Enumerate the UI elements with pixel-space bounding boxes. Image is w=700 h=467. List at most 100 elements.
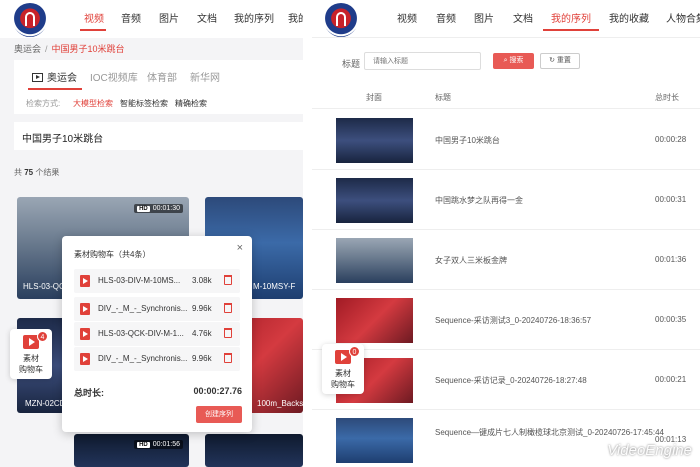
row-thumbnail[interactable]	[336, 298, 413, 343]
row-title[interactable]: Sequence-采访记录_0-20240726-18:27:48	[435, 375, 587, 386]
nav-my[interactable]: 我的	[288, 10, 303, 25]
cart-label-line1: 素材	[23, 354, 39, 363]
row-thumbnail[interactable]	[336, 178, 413, 223]
tab-olympics[interactable]: 奥运会	[32, 69, 77, 84]
reset-button[interactable]: ↻ 重置	[540, 53, 580, 69]
title-filter-label: 标题	[342, 59, 361, 69]
nav-my-sequences[interactable]: 我的序列	[551, 10, 591, 25]
tab-label: 奥运会	[47, 73, 77, 84]
row-duration: 00:01:36	[655, 255, 687, 264]
nav-my-favorites[interactable]: 我的收藏	[609, 10, 649, 25]
duration-badge: HD 00:01:30	[134, 204, 183, 213]
result-count: 共 75 个结果	[14, 167, 59, 178]
create-sequence-button[interactable]: 创建序列	[196, 406, 242, 423]
nav-video[interactable]: 视频	[397, 10, 417, 25]
cart-item-size: 4.76k	[192, 329, 212, 338]
hd-badge: HD	[137, 206, 150, 212]
mode-llm-search[interactable]: 大模型检索	[73, 98, 113, 109]
cart-item[interactable]: DIV_-_M_-_Synchronis... 9.96k	[74, 347, 240, 371]
cart-float-button[interactable]: 4 素材 购物车	[10, 329, 52, 379]
cart-count-badge: 0	[349, 346, 360, 357]
row-duration: 00:00:31	[655, 195, 687, 204]
cart-item-name: HLS-03-DIV-M-10MS...	[98, 276, 181, 285]
breadcrumb-root[interactable]: 奥运会	[14, 44, 41, 54]
table-row[interactable]: Sequence-采访测试3_0-20240726-18:36:57 00:00…	[312, 291, 700, 350]
panel-divider	[303, 0, 312, 467]
tab-ioc-library[interactable]: IOC视频库	[90, 69, 138, 84]
trash-icon[interactable]	[224, 275, 232, 285]
duration-text: 00:01:56	[152, 441, 180, 448]
table-row[interactable]: Sequence-采访记录_0-20240726-18:27:48 00:00:…	[312, 351, 700, 410]
row-title[interactable]: 女子双人三米板金牌	[435, 255, 507, 266]
row-title[interactable]: 中国男子10米跳台	[435, 135, 500, 146]
result-card[interactable]	[205, 434, 303, 467]
cart-count-badge: 4	[37, 331, 48, 342]
video-thumbnail	[74, 434, 189, 467]
nav-documents[interactable]: 文档	[513, 10, 533, 25]
trash-icon[interactable]	[224, 353, 232, 363]
video-file-icon	[80, 275, 90, 287]
row-thumbnail[interactable]	[336, 418, 413, 463]
nav-my-sequences[interactable]: 我的序列	[234, 10, 274, 25]
top-nav: 视频 音频 图片 文档 我的序列 我的	[0, 0, 303, 38]
table-row[interactable]: 女子双人三米板金牌 00:01:36	[312, 231, 700, 290]
nav-images[interactable]: 图片	[474, 10, 494, 25]
cart-item-size: 3.08k	[192, 276, 212, 285]
header-divider	[312, 108, 700, 109]
total-duration-value: 00:00:27.76	[193, 386, 242, 396]
search-button-label: 搜索	[509, 57, 524, 64]
cart-item[interactable]: HLS-03-QCK-DIV-M-1... 4.76k	[74, 322, 240, 346]
column-header-title: 标题	[435, 93, 451, 102]
trash-icon[interactable]	[224, 303, 232, 313]
video-file-icon	[80, 353, 90, 365]
cart-float-button[interactable]: 0 素材 购物车	[322, 344, 364, 394]
trash-icon[interactable]	[224, 328, 232, 338]
top-nav: 视频 音频 图片 文档 我的序列 我的收藏 人物合集	[312, 0, 700, 38]
breadcrumb-current: 中国男子10米跳台	[51, 44, 125, 54]
video-file-icon	[80, 303, 90, 315]
nav-video[interactable]: 视频	[84, 10, 104, 25]
source-tabs: 奥运会 IOC视频库 体育部 新华网	[14, 60, 303, 92]
table-row[interactable]: 中国跳水梦之队再得一金 00:00:31	[312, 171, 700, 230]
nav-audio[interactable]: 音频	[436, 10, 456, 25]
nav-audio[interactable]: 音频	[121, 10, 141, 25]
count-prefix: 共	[14, 168, 22, 177]
result-card[interactable]: HD 00:01:56	[74, 434, 189, 467]
row-title[interactable]: 中国跳水梦之队再得一金	[435, 195, 523, 206]
cart-label-line2: 购物车	[331, 380, 355, 389]
search-button[interactable]: ⌕ 搜索	[493, 53, 534, 69]
row-duration: 00:00:35	[655, 315, 687, 324]
row-title[interactable]: Sequence—键成片七人制橄榄球北京测试_0-20240726-17:45:…	[435, 427, 673, 439]
nav-people-collection[interactable]: 人物合集	[666, 10, 700, 25]
breadcrumb: 奥运会 / 中国男子10米跳台	[14, 42, 125, 55]
title-search-input[interactable]	[364, 52, 481, 70]
total-duration-label: 总时长:	[74, 388, 104, 398]
search-results-panel: 视频 音频 图片 文档 我的序列 我的 奥运会/中国男子10米跳台 奥运会 IO…	[0, 0, 303, 467]
card-title: M-10MSY-F	[253, 282, 296, 291]
card-title: 100m_Backst	[257, 399, 303, 408]
mode-tag-search[interactable]: 智能标签检索	[120, 98, 168, 109]
card-title: MZN-02CD	[25, 399, 66, 408]
column-header-duration: 总时长	[655, 93, 679, 102]
row-title[interactable]: Sequence-采访测试3_0-20240726-18:36:57	[435, 315, 591, 326]
cart-item-size: 9.96k	[192, 354, 212, 363]
mode-exact-search[interactable]: 精确检索	[175, 98, 207, 109]
tab-sports-dept[interactable]: 体育部	[147, 69, 177, 84]
table-row[interactable]: 中国男子10米跳台 00:00:28	[312, 111, 700, 170]
count-number: 75	[24, 168, 34, 177]
cart-item[interactable]: DIV_-_M_-_Synchronis... 9.96k	[74, 297, 240, 321]
duration-badge: HD 00:01:56	[134, 440, 183, 449]
tab-xinhua[interactable]: 新华网	[190, 69, 220, 84]
cart-item-name: DIV_-_M_-_Synchronis...	[98, 354, 188, 363]
row-thumbnail[interactable]	[336, 118, 413, 163]
count-suffix: 个结果	[35, 168, 60, 177]
close-icon[interactable]: ×	[237, 242, 243, 254]
cart-item[interactable]: HLS-03-DIV-M-10MS... 3.08k	[74, 269, 240, 293]
nav-documents[interactable]: 文档	[197, 10, 217, 25]
search-query[interactable]: 中国男子10米跳台	[14, 122, 303, 150]
row-thumbnail[interactable]	[336, 238, 413, 283]
logo[interactable]	[13, 3, 47, 37]
nav-images[interactable]: 图片	[159, 10, 179, 25]
logo[interactable]	[324, 3, 358, 37]
cart-popup: 素材购物车（共4条） × HLS-03-DIV-M-10MS... 3.08k …	[62, 236, 252, 432]
